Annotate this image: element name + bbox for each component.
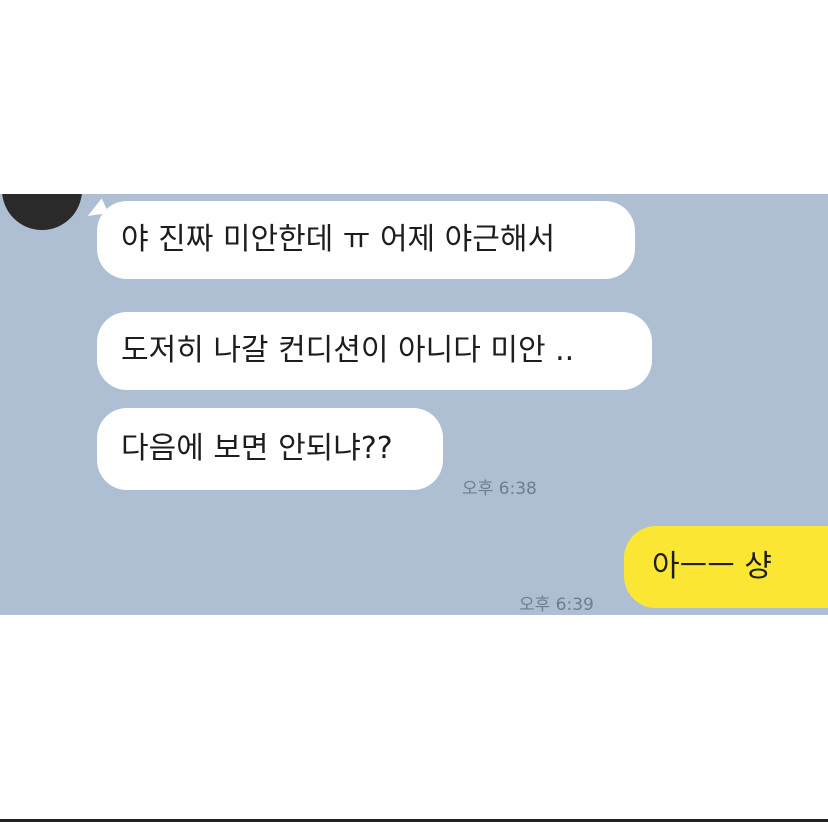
message-bubble-incoming[interactable]: 도저히 나갈 컨디션이 아니다 미안 .. [97, 312, 652, 390]
message-text: 도저히 나갈 컨디션이 아니다 미안 .. [121, 333, 575, 368]
message-timestamp: 오후 6:39 [519, 595, 594, 615]
message-text: 다음에 보면 안되냐?? [121, 431, 393, 466]
message-bubble-incoming[interactable]: 다음에 보면 안되냐?? [97, 408, 443, 490]
avatar[interactable] [2, 194, 82, 230]
message-timestamp: 오후 6:38 [462, 479, 537, 499]
message-bubble-outgoing[interactable]: 아ㅡㅡ 샹 [624, 526, 828, 608]
chat-area[interactable]: 야 진짜 미안한데 ㅠ 어제 야근해서 도저히 나갈 컨디션이 아니다 미안 .… [0, 194, 828, 615]
screenshot-canvas: 야 진짜 미안한데 ㅠ 어제 야근해서 도저히 나갈 컨디션이 아니다 미안 .… [0, 0, 828, 822]
message-text: 아ㅡㅡ 샹 [652, 549, 772, 584]
message-bubble-incoming[interactable]: 야 진짜 미안한데 ㅠ 어제 야근해서 [97, 201, 635, 279]
message-text: 야 진짜 미안한데 ㅠ 어제 야근해서 [121, 222, 556, 257]
